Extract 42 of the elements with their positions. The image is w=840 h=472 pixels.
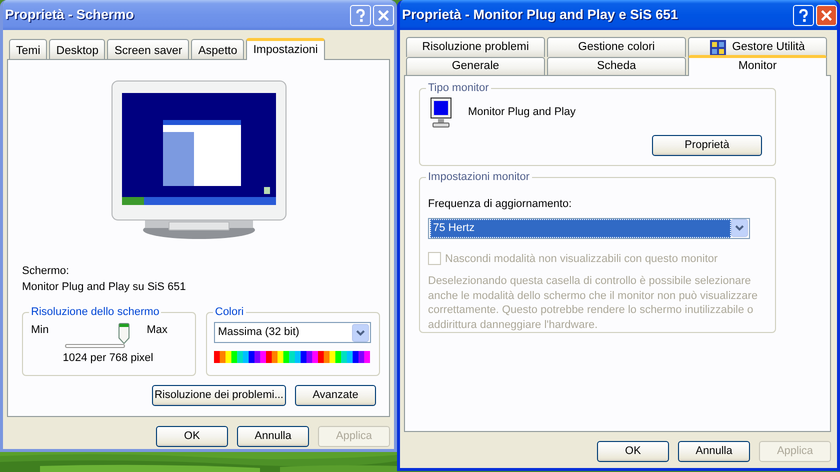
window-title: Proprietà - Schermo bbox=[5, 6, 136, 24]
tab[interactable]: Scheda bbox=[547, 57, 686, 75]
tab[interactable]: Impostazioni bbox=[246, 38, 325, 60]
chevron-down-icon[interactable] bbox=[352, 324, 369, 342]
monitor-name: Monitor Plug and Play bbox=[468, 105, 576, 120]
tab[interactable]: Gestione colori bbox=[547, 37, 686, 57]
tab[interactable]: Temi bbox=[9, 39, 48, 59]
logo-icon bbox=[710, 40, 726, 56]
slider-label: Min bbox=[31, 323, 49, 338]
button[interactable]: Proprietà bbox=[652, 135, 762, 156]
button[interactable]: Avanzate bbox=[295, 385, 376, 406]
tab[interactable]: Aspetto bbox=[191, 39, 244, 59]
tab[interactable]: Gestore Utilità bbox=[688, 37, 827, 57]
window-title: Proprietà - Monitor Plug and Play e SiS 651 bbox=[402, 6, 680, 24]
chevron-down-icon[interactable] bbox=[731, 219, 748, 237]
resolution-reading: 1024 per 768 pixel bbox=[62, 351, 154, 366]
field-label: Frequenza di aggiornamento: bbox=[428, 197, 573, 212]
close-icon[interactable] bbox=[816, 4, 837, 26]
colors-dropdown[interactable]: Massima (32 bit) bbox=[214, 322, 371, 343]
label: Schermo: bbox=[22, 264, 70, 279]
display-name: Monitor Plug and Play su SiS 651 bbox=[22, 280, 187, 295]
tab[interactable]: Screen saver bbox=[107, 39, 190, 59]
checkbox-label: Nascondi modalità non visualizzabili con questo monitor bbox=[445, 252, 718, 266]
tab[interactable]: Generale bbox=[406, 57, 545, 75]
button[interactable]: Annulla bbox=[678, 441, 750, 462]
close-icon[interactable] bbox=[373, 4, 394, 26]
button[interactable]: OK bbox=[597, 441, 669, 462]
tab[interactable]: Risoluzione problemi bbox=[406, 37, 545, 57]
group-title: Tipo monitor bbox=[426, 81, 491, 95]
slider-thumb[interactable] bbox=[118, 323, 130, 344]
slider-label: Max bbox=[146, 323, 168, 338]
button[interactable]: Risoluzione dei problemi... bbox=[152, 385, 286, 406]
group-title: Impostazioni monitor bbox=[426, 170, 532, 184]
button[interactable]: OK bbox=[156, 426, 228, 447]
refresh-rate-dropdown[interactable]: 75 Hertz bbox=[428, 218, 750, 238]
note-text: Deselezionando questa casella di controllo è possibile selezionare anche le modalità dello schermo che il monitor non può visualizzare correttamente. Questo potrebbe rendere lo schermo inutilizzabile o addirittura danneggiare l'hardware. bbox=[428, 274, 759, 332]
button[interactable]: Annulla bbox=[237, 426, 309, 447]
help-icon[interactable] bbox=[350, 4, 371, 26]
tab[interactable]: Monitor bbox=[688, 55, 827, 76]
tab[interactable]: Desktop bbox=[49, 39, 106, 59]
help-icon[interactable] bbox=[793, 4, 814, 26]
monitor-icon bbox=[430, 97, 452, 128]
